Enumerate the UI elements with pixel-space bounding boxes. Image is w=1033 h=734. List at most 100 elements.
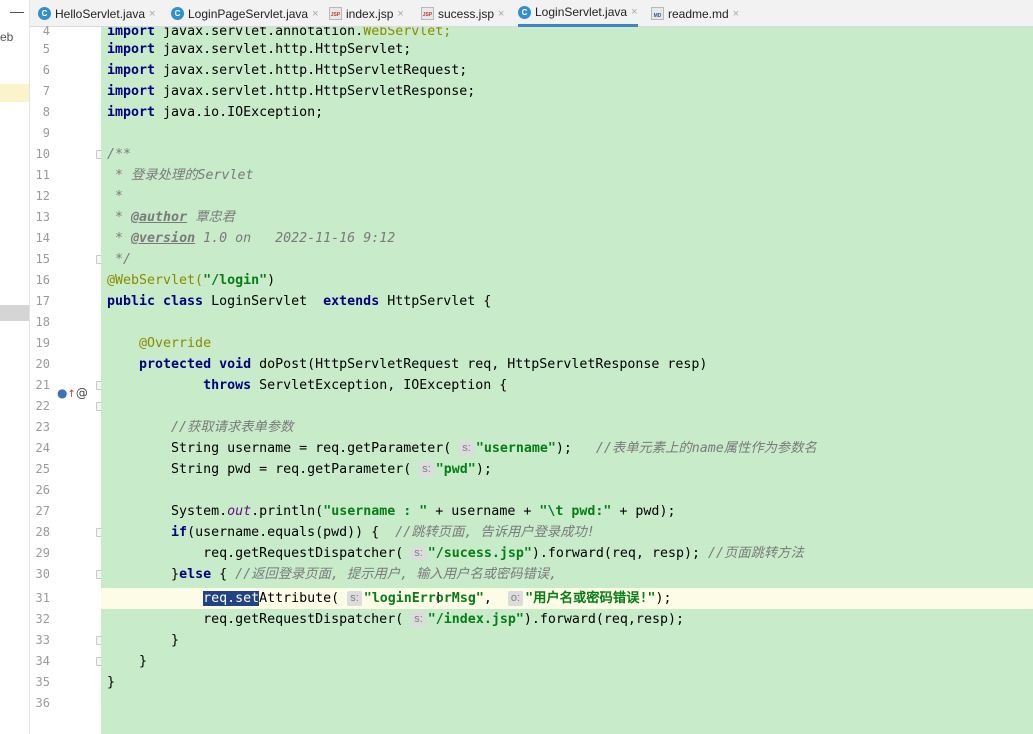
line-number: 18: [35, 315, 50, 329]
code-line-28: if(username.equals(pwd)) { //跳转页面, 告诉用户登…: [171, 525, 595, 540]
line-number: 17: [35, 294, 50, 308]
line-number: 9: [42, 126, 50, 140]
tab-sucess-jsp[interactable]: JSP sucess.jsp ×: [421, 0, 504, 27]
close-icon[interactable]: ×: [312, 8, 318, 20]
line-number: 36: [35, 696, 50, 710]
code-line-31: req.setAttribute( s: "loginErrorMsg", o: "…: [203, 591, 672, 606]
close-icon[interactable]: ×: [631, 6, 637, 18]
jsp-file-icon: JSP: [329, 7, 342, 20]
tab-readme-md[interactable]: MD readme.md ×: [651, 0, 739, 27]
line-number: 10: [35, 147, 50, 161]
tab-label: index.jsp: [346, 6, 394, 21]
line-number: 34: [35, 654, 50, 668]
param-hint: s:: [411, 546, 426, 561]
close-icon[interactable]: ×: [498, 8, 504, 20]
line-number: 14: [35, 231, 50, 245]
close-icon[interactable]: ×: [733, 8, 739, 20]
code-line-23: //获取请求表单参数: [107, 420, 294, 435]
code-line-29: req.getRequestDispatcher( s: "/sucess.jsp…: [107, 546, 804, 561]
up-arrow-icon[interactable]: ↑: [67, 389, 75, 400]
line-number: 13: [35, 210, 50, 224]
tab-loginpageservlet[interactable]: C LoginPageServlet.java ×: [171, 0, 319, 27]
code-line-11: * 登录处理的Servlet: [107, 168, 254, 183]
code-editor[interactable]: import javax.servlet.annotation.WebServl…: [101, 27, 1033, 734]
line-number: 20: [35, 357, 50, 371]
line-number: 23: [35, 420, 50, 434]
line-number: 22: [35, 399, 50, 413]
project-panel-strip: — eb: [0, 0, 30, 734]
tab-index-jsp[interactable]: JSP index.jsp ×: [329, 0, 404, 27]
line-number: 25: [35, 462, 50, 476]
project-tree-label[interactable]: eb: [0, 30, 13, 44]
markdown-file-icon: MD: [651, 7, 664, 20]
param-hint: s:: [411, 612, 426, 627]
code-line-27: System.out.println("username : " + usern…: [107, 504, 676, 519]
param-hint: o:: [507, 591, 524, 606]
code-line-24: String username = req.getParameter( s: "u…: [107, 441, 817, 456]
code-line-8: import java.io.IOException;: [107, 105, 324, 120]
line-number: 26: [35, 483, 50, 497]
line-number: 24: [35, 441, 50, 455]
text-selection: req.set: [203, 591, 260, 606]
line-number: 28: [35, 525, 50, 539]
jsp-file-icon: JSP: [421, 7, 434, 20]
override-method-icon[interactable]: ●: [57, 386, 67, 400]
tab-label: readme.md: [668, 6, 729, 21]
text-cursor-icon: I: [436, 589, 441, 607]
line-number: 6: [42, 63, 50, 77]
code-line-35: }: [107, 675, 116, 690]
tab-label: LoginServlet.java: [535, 5, 628, 19]
param-hint: s:: [459, 441, 474, 456]
line-number: 12: [35, 189, 50, 203]
line-number: 27: [35, 504, 50, 518]
code-line-21: throws ServletException, IOException {: [107, 378, 508, 393]
project-tree-highlight: [0, 84, 29, 102]
param-hint: s:: [347, 591, 362, 606]
editor-gutter[interactable]: 4 5 6 7 8 9 10 11 12 13 14 15 16 17 18 1…: [30, 24, 104, 734]
code-line-19: @Override: [107, 336, 212, 351]
code-line-32: req.getRequestDispatcher( s: "/index.jsp"…: [107, 612, 684, 627]
code-line-7: import javax.servlet.http.HttpServletRes…: [107, 84, 476, 99]
close-icon[interactable]: ×: [397, 8, 403, 20]
code-line-6: import javax.servlet.http.HttpServletReq…: [107, 63, 468, 78]
line-number: 19: [35, 336, 50, 350]
code-line-20: protected void doPost(HttpServletRequest…: [107, 357, 708, 372]
code-line-15: */: [107, 252, 132, 267]
code-line-30: }else { //返回登录页面, 提示用户, 输入用户名或密码错误,: [107, 567, 558, 582]
line-number: 5: [42, 42, 50, 56]
line-number: 16: [35, 273, 50, 287]
tab-helloservlet[interactable]: C HelloServlet.java ×: [38, 0, 155, 27]
line-number: 7: [42, 84, 50, 98]
code-line-25: String pwd = req.getParameter( s: "pwd");: [107, 462, 492, 477]
code-line-13: * @author 覃忠君: [107, 210, 235, 225]
editor-tab-bar: C HelloServlet.java × C LoginPageServlet…: [30, 0, 1033, 27]
code-line-34: }: [107, 654, 148, 669]
line-number: 21: [35, 378, 50, 392]
java-class-icon: C: [518, 5, 531, 19]
tab-label: LoginPageServlet.java: [188, 6, 309, 21]
code-line-5: import javax.servlet.http.HttpServlet;: [107, 42, 412, 57]
line-number: 11: [35, 168, 50, 182]
tab-label: HelloServlet.java: [55, 6, 146, 21]
line-number: 15: [35, 252, 50, 266]
line-number: 33: [35, 633, 50, 647]
line-number: 32: [35, 612, 50, 626]
line-number: 29: [35, 546, 50, 560]
project-tree-selection[interactable]: [0, 305, 29, 321]
param-hint: s:: [419, 462, 434, 477]
java-class-icon: C: [171, 7, 184, 20]
override-gutter-icons[interactable]: ●↑@: [57, 386, 88, 402]
line-number: 35: [35, 675, 50, 689]
line-number: 8: [42, 105, 50, 119]
annotation-at-icon[interactable]: @: [76, 386, 88, 400]
code-line-16: @WebServlet("/login"): [107, 273, 276, 288]
close-icon[interactable]: ×: [149, 8, 155, 20]
tab-label: sucess.jsp: [438, 6, 495, 21]
code-line-17: public class LoginServlet extends HttpSe…: [107, 294, 492, 309]
tab-loginservlet[interactable]: C LoginServlet.java ×: [518, 0, 638, 27]
code-line-33: }: [107, 633, 180, 648]
line-number: 30: [35, 567, 50, 581]
minimize-icon[interactable]: —: [10, 3, 24, 19]
line-number: 31: [35, 591, 50, 605]
java-class-icon: C: [38, 7, 51, 20]
